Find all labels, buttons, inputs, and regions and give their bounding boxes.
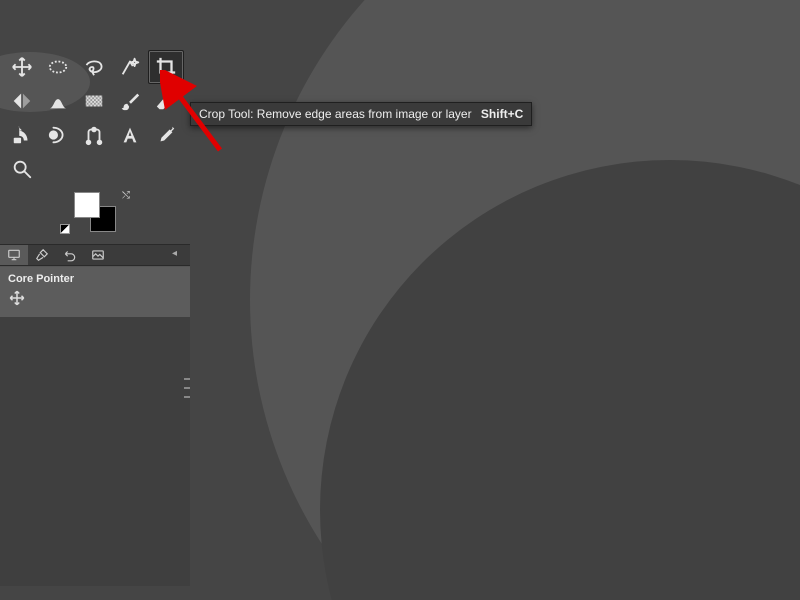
warp-tool[interactable] <box>40 84 76 118</box>
device-name-label: Core Pointer <box>8 273 74 285</box>
paintbrush-tool[interactable] <box>112 84 148 118</box>
dock-tab-tool-options[interactable] <box>28 245 56 265</box>
tooltip-shortcut: Shift+C <box>481 107 523 121</box>
tooltip-text: Crop Tool: Remove edge areas from image … <box>199 107 472 121</box>
dock-tab-undo-history[interactable] <box>56 245 84 265</box>
zoom-tool[interactable] <box>4 152 40 186</box>
fg-color-swatch[interactable] <box>74 192 100 218</box>
free-select-tool[interactable] <box>76 50 112 84</box>
eraser-tool[interactable] <box>148 84 184 118</box>
tooltip: Crop Tool: Remove edge areas from image … <box>190 102 532 126</box>
fuzzy-select-tool[interactable] <box>112 50 148 84</box>
default-colors-icon[interactable] <box>60 224 70 234</box>
color-swatch-area: ⤭ <box>4 192 186 240</box>
crop-tool[interactable] <box>148 50 184 84</box>
swap-colors-icon[interactable]: ⤭ <box>122 190 130 201</box>
left-dock: ⤭ ◂ Core Pointer <box>0 46 190 600</box>
device-row-core-pointer[interactable]: Core Pointer <box>0 267 190 317</box>
move-tool[interactable] <box>4 50 40 84</box>
devices-panel: Core Pointer <box>0 266 190 586</box>
paths-tool[interactable] <box>76 118 112 152</box>
flip-tool[interactable] <box>4 84 40 118</box>
dock-menu-icon[interactable]: ◂ <box>172 248 186 262</box>
gradient-tool[interactable] <box>76 84 112 118</box>
dock-resize-grip[interactable] <box>184 378 190 398</box>
toolbox: ⤭ <box>0 46 190 240</box>
text-tool[interactable] <box>112 118 148 152</box>
dock-tab-images[interactable] <box>84 245 112 265</box>
clone-tool[interactable] <box>4 118 40 152</box>
dock-tab-devices[interactable] <box>0 245 28 265</box>
dock-tabs: ◂ <box>0 244 190 266</box>
ellipse-select-tool[interactable] <box>40 50 76 84</box>
color-picker-tool[interactable] <box>148 118 184 152</box>
move-icon <box>8 289 26 307</box>
smudge-tool[interactable] <box>40 118 76 152</box>
